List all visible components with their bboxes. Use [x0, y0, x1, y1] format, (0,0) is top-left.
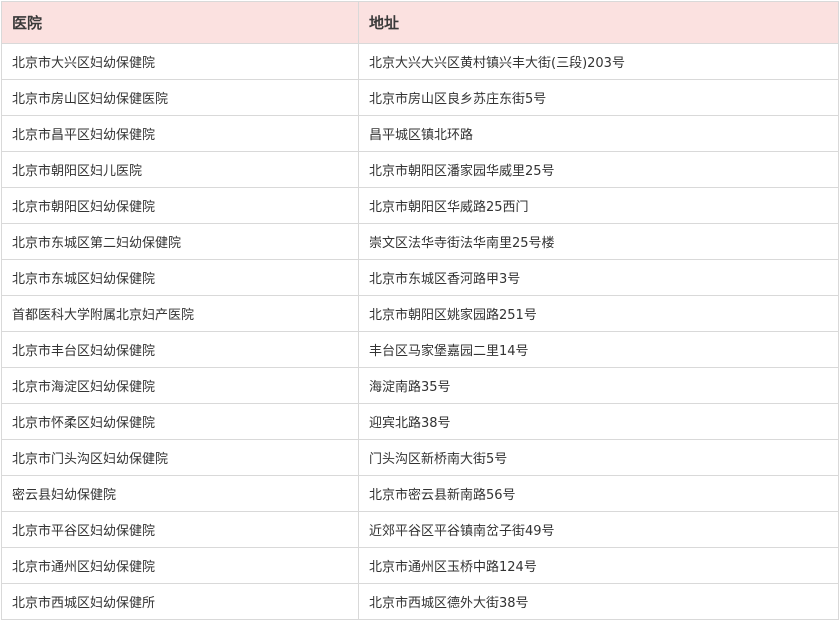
table-row: 北京市丰台区妇幼保健院 丰台区马家堡嘉园二里14号 [1, 331, 839, 368]
table-row: 首都医科大学附属北京妇产医院 北京市朝阳区姚家园路251号 [1, 295, 839, 332]
table-row: 北京市东城区第二妇幼保健院 崇文区法华寺街法华南里25号楼 [1, 223, 839, 260]
table-row: 北京市门头沟区妇幼保健院 门头沟区新桥南大街5号 [1, 439, 839, 476]
address-cell: 门头沟区新桥南大街5号 [358, 439, 839, 476]
table-row: 北京市怀柔区妇幼保健院 迎宾北路38号 [1, 403, 839, 440]
table-row: 北京市昌平区妇幼保健院 昌平城区镇北环路 [1, 115, 839, 152]
hospital-cell: 北京市怀柔区妇幼保健院 [1, 403, 359, 440]
header-row: 医院 地址 [1, 1, 839, 44]
table-row: 北京市房山区妇幼保健医院 北京市房山区良乡苏庄东街5号 [1, 79, 839, 116]
table-body: 北京市大兴区妇幼保健院 北京大兴大兴区黄村镇兴丰大街(三段)203号 北京市房山… [1, 43, 839, 620]
address-cell: 北京市朝阳区华威路25西门 [358, 187, 839, 224]
hospital-cell: 北京市门头沟区妇幼保健院 [1, 439, 359, 476]
hospital-cell: 密云县妇幼保健院 [1, 475, 359, 512]
address-cell: 昌平城区镇北环路 [358, 115, 839, 152]
hospital-cell: 北京市朝阳区妇儿医院 [1, 151, 359, 188]
hospital-cell: 北京市通州区妇幼保健院 [1, 547, 359, 584]
address-cell: 近郊平谷区平谷镇南岔子街49号 [358, 511, 839, 548]
hospital-address-table: 医院 地址 北京市大兴区妇幼保健院 北京大兴大兴区黄村镇兴丰大街(三段)203号… [1, 1, 839, 620]
table-row: 北京市大兴区妇幼保健院 北京大兴大兴区黄村镇兴丰大街(三段)203号 [1, 43, 839, 80]
table-row: 北京市西城区妇幼保健所 北京市西城区德外大街38号 [1, 583, 839, 620]
hospital-cell: 北京市大兴区妇幼保健院 [1, 43, 359, 80]
address-cell: 北京市朝阳区潘家园华威里25号 [358, 151, 839, 188]
hospital-cell: 北京市西城区妇幼保健所 [1, 583, 359, 620]
hospital-cell: 北京市丰台区妇幼保健院 [1, 331, 359, 368]
address-cell: 北京市西城区德外大街38号 [358, 583, 839, 620]
table-row: 北京市海淀区妇幼保健院 海淀南路35号 [1, 367, 839, 404]
hospital-cell: 北京市朝阳区妇幼保健院 [1, 187, 359, 224]
address-cell: 北京大兴大兴区黄村镇兴丰大街(三段)203号 [358, 43, 839, 80]
address-cell: 丰台区马家堡嘉园二里14号 [358, 331, 839, 368]
address-cell: 海淀南路35号 [358, 367, 839, 404]
header-hospital: 医院 [1, 1, 359, 44]
hospital-cell: 北京市平谷区妇幼保健院 [1, 511, 359, 548]
table-row: 北京市东城区妇幼保健院 北京市东城区香河路甲3号 [1, 259, 839, 296]
address-cell: 北京市通州区玉桥中路124号 [358, 547, 839, 584]
table-row: 北京市朝阳区妇幼保健院 北京市朝阳区华威路25西门 [1, 187, 839, 224]
address-cell: 崇文区法华寺街法华南里25号楼 [358, 223, 839, 260]
hospital-cell: 北京市房山区妇幼保健医院 [1, 79, 359, 116]
table-row: 北京市朝阳区妇儿医院 北京市朝阳区潘家园华威里25号 [1, 151, 839, 188]
hospital-cell: 北京市东城区第二妇幼保健院 [1, 223, 359, 260]
hospital-cell: 北京市海淀区妇幼保健院 [1, 367, 359, 404]
table-row: 北京市通州区妇幼保健院 北京市通州区玉桥中路124号 [1, 547, 839, 584]
hospital-cell: 首都医科大学附属北京妇产医院 [1, 295, 359, 332]
table-row: 密云县妇幼保健院 北京市密云县新南路56号 [1, 475, 839, 512]
hospital-cell: 北京市昌平区妇幼保健院 [1, 115, 359, 152]
address-cell: 北京市朝阳区姚家园路251号 [358, 295, 839, 332]
table-header: 医院 地址 [1, 1, 839, 44]
table-row: 北京市平谷区妇幼保健院 近郊平谷区平谷镇南岔子街49号 [1, 511, 839, 548]
address-cell: 北京市东城区香河路甲3号 [358, 259, 839, 296]
hospital-cell: 北京市东城区妇幼保健院 [1, 259, 359, 296]
address-cell: 迎宾北路38号 [358, 403, 839, 440]
header-address: 地址 [358, 1, 839, 44]
address-cell: 北京市房山区良乡苏庄东街5号 [358, 79, 839, 116]
address-cell: 北京市密云县新南路56号 [358, 475, 839, 512]
